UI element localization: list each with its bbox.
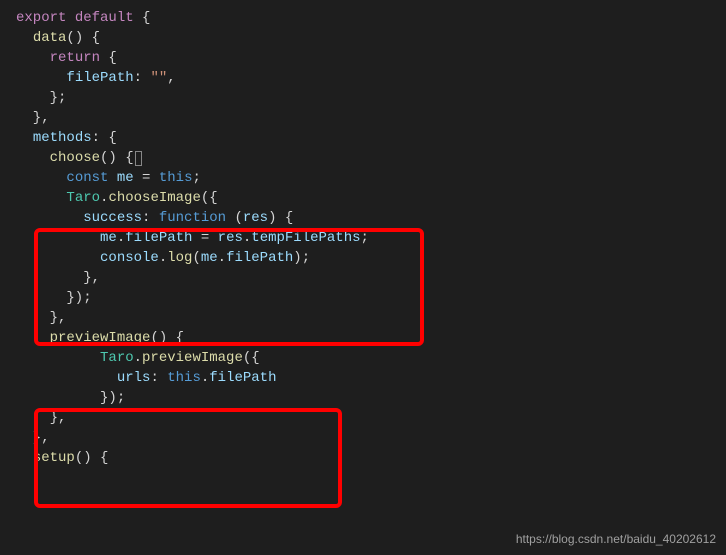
object-console: console (100, 250, 159, 266)
fn-chooseimage: chooseImage (108, 190, 200, 206)
code-line: methods: { (16, 128, 726, 148)
fn-previewimage: previewImage (142, 350, 243, 366)
object-taro: Taro (100, 350, 134, 366)
code-line: return { (16, 48, 726, 68)
object-taro: Taro (66, 190, 100, 206)
param-res: res (243, 210, 268, 226)
keyword-default: default (75, 10, 134, 26)
code-line: }, (16, 108, 726, 128)
fn-log: log (167, 250, 192, 266)
method-data: data (33, 30, 67, 46)
code-line: export default { (16, 8, 726, 28)
prop-urls: urls (117, 370, 151, 386)
prop-filepath: filePath (66, 70, 133, 86)
prop-success: success (83, 210, 142, 226)
code-line: filePath: "", (16, 68, 726, 88)
keyword-function: function (159, 210, 226, 226)
code-line: }; (16, 88, 726, 108)
code-line: }); (16, 288, 726, 308)
code-line: previewImage() { (16, 328, 726, 348)
code-line: Taro.chooseImage({ (16, 188, 726, 208)
code-line: Taro.previewImage({ (16, 348, 726, 368)
code-line: setup() { (16, 448, 726, 468)
prop-methods: methods (33, 130, 92, 146)
keyword-this: this (159, 170, 193, 186)
keyword-return: return (50, 50, 100, 66)
code-line: }); (16, 388, 726, 408)
string-literal: "" (150, 70, 167, 86)
method-setup: setup (33, 450, 75, 466)
keyword-this: this (167, 370, 201, 386)
cursor-icon (135, 151, 142, 166)
code-line: choose() { (16, 148, 726, 168)
method-previewimage: previewImage (50, 330, 151, 346)
code-line: success: function (res) { (16, 208, 726, 228)
code-line: }, (16, 268, 726, 288)
code-line: console.log(me.filePath); (16, 248, 726, 268)
keyword-export: export (16, 10, 66, 26)
code-line: }, (16, 408, 726, 428)
code-line: }, (16, 308, 726, 328)
code-line: data() { (16, 28, 726, 48)
code-line: }, (16, 428, 726, 448)
code-line: urls: this.filePath (16, 368, 726, 388)
code-line: me.filePath = res.tempFilePaths; (16, 228, 726, 248)
watermark: https://blog.csdn.net/baidu_40202612 (516, 529, 716, 549)
code-editor: export default { data() { return { fileP… (0, 0, 726, 476)
method-choose: choose (50, 150, 100, 166)
code-line: const me = this; (16, 168, 726, 188)
keyword-const: const (66, 170, 108, 186)
